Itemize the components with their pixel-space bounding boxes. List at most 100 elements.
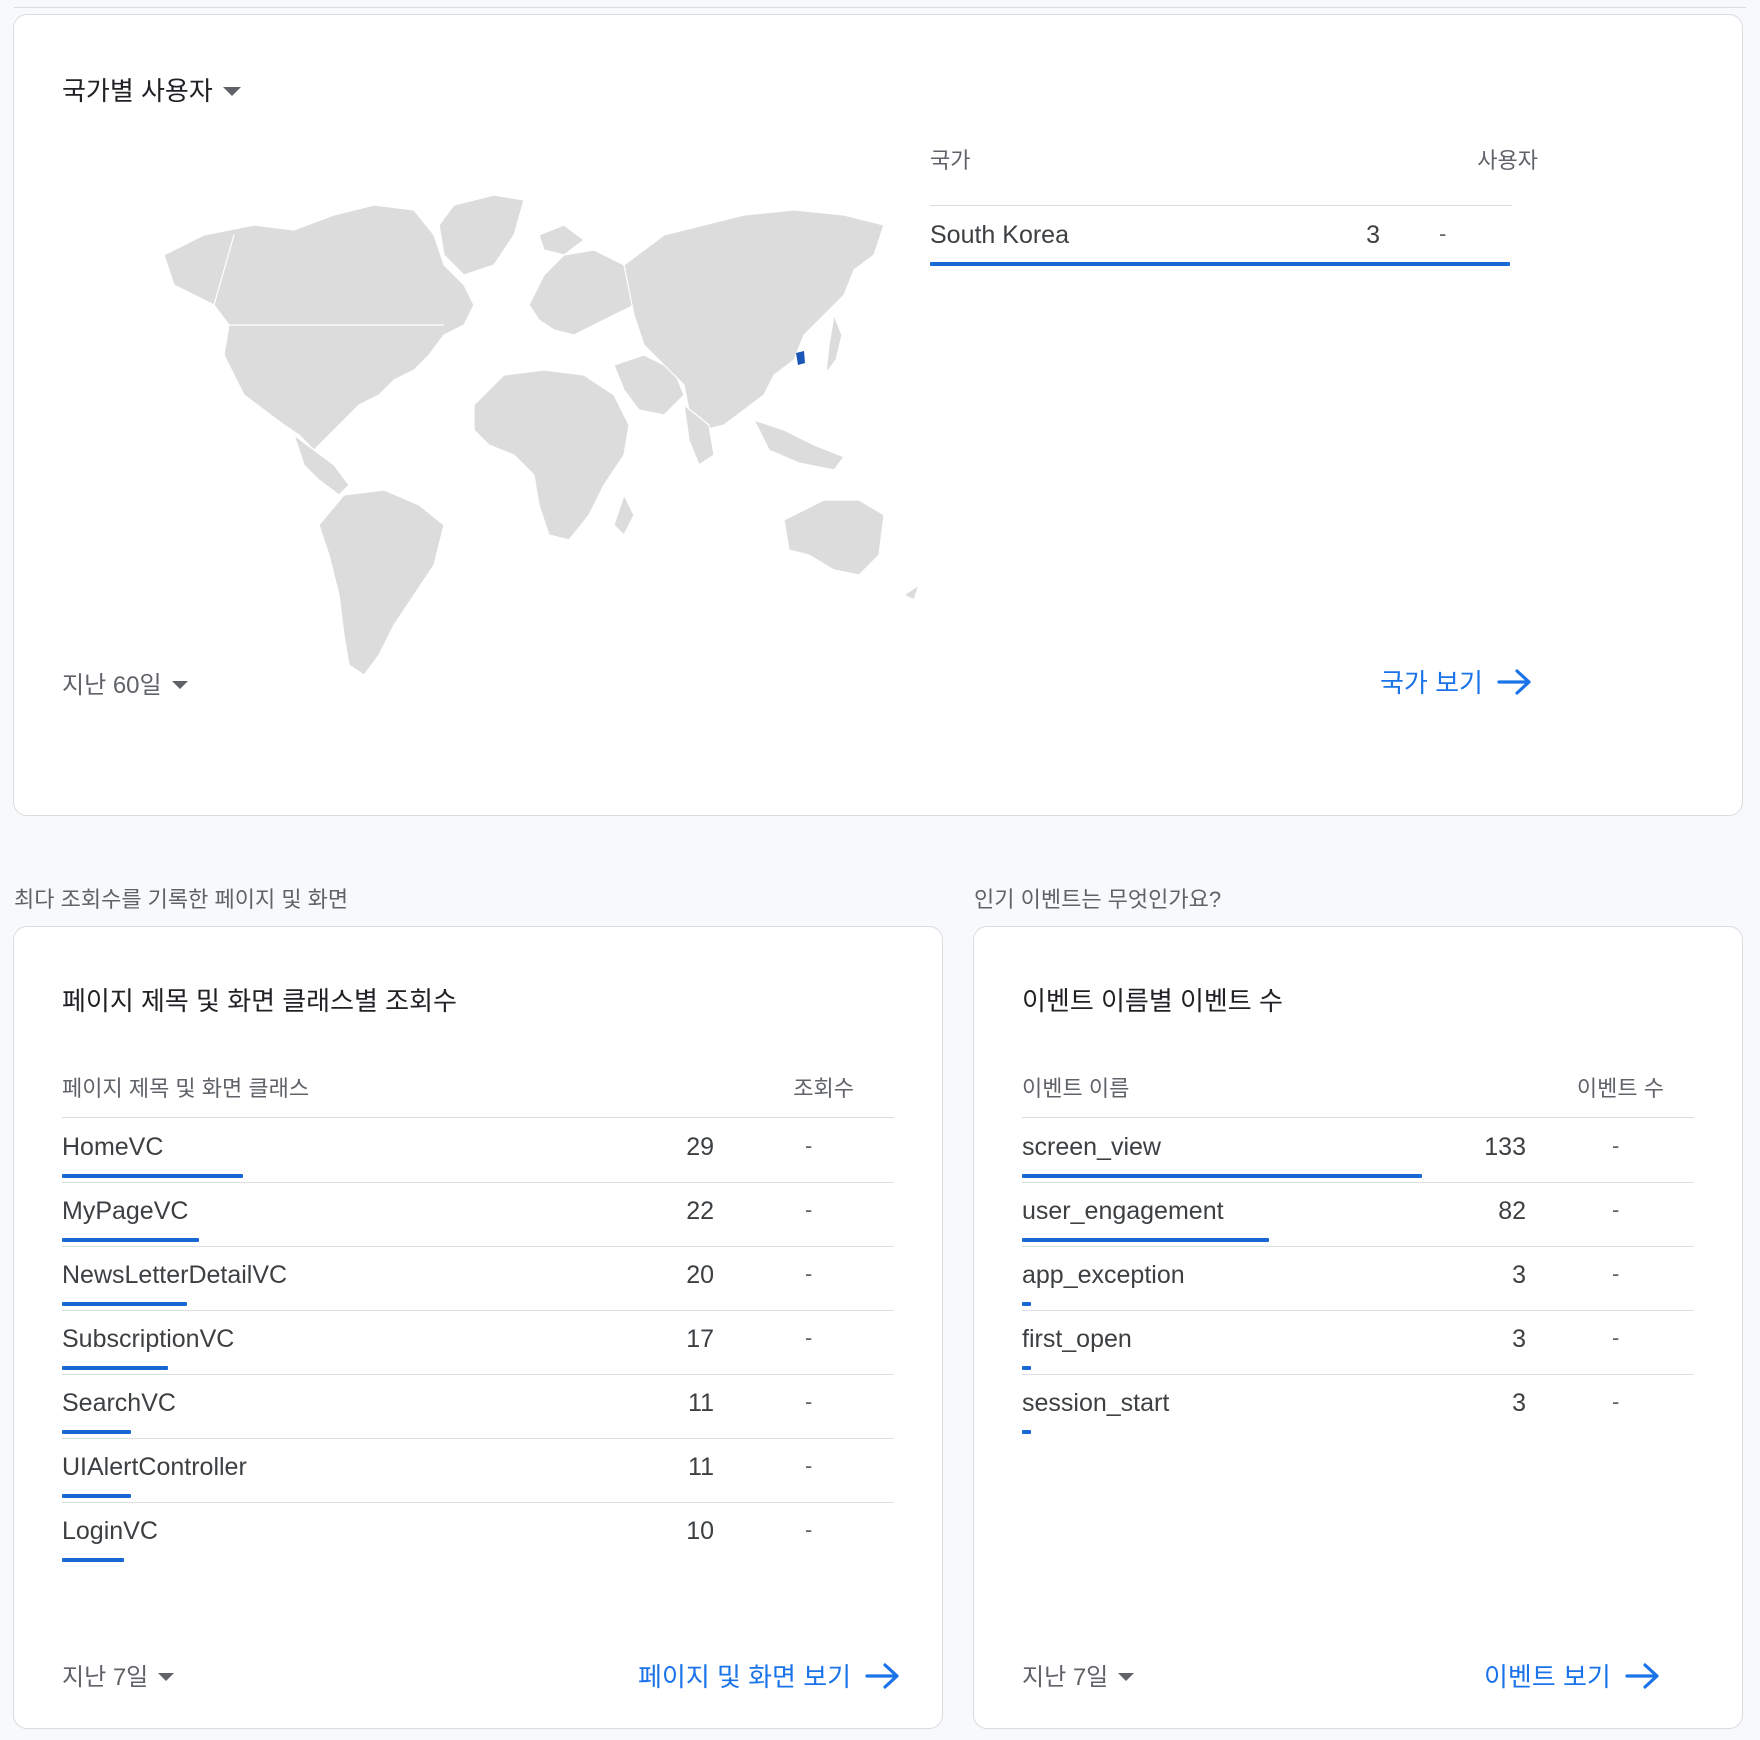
col-header-page-title: 페이지 제목 및 화면 클래스 [62, 1076, 310, 1101]
arrow-right-icon [865, 1662, 899, 1689]
event-name: app_exception [1022, 1261, 1185, 1289]
page-change: - [805, 1453, 813, 1478]
view-countries-label: 국가 보기 [1380, 668, 1483, 698]
page-name: NewsLetterDetailVC [62, 1261, 288, 1289]
view-pages-label: 페이지 및 화면 보기 [638, 1662, 852, 1692]
page-views-value: 17 [686, 1325, 714, 1353]
page-name: SubscriptionVC [62, 1325, 235, 1353]
table-row[interactable]: UIAlertController 11 - [62, 1439, 894, 1503]
page-change: - [805, 1389, 813, 1414]
event-value-bar [1022, 1366, 1031, 1370]
table-row[interactable]: first_open 3 - [1022, 1311, 1694, 1375]
page-change: - [805, 1133, 813, 1158]
event-name: first_open [1022, 1325, 1132, 1353]
caret-down-icon [158, 1672, 175, 1681]
event-change: - [1612, 1133, 1620, 1158]
event-count-value: 3 [1512, 1261, 1526, 1289]
page-value-bar [62, 1558, 124, 1562]
arrow-right-icon [1625, 1662, 1659, 1689]
table-row[interactable]: South Korea 3 - [930, 207, 1512, 271]
range-selector-60d[interactable]: 지난 60일 [62, 665, 188, 700]
header-divider [930, 205, 1512, 206]
page-views-value: 22 [686, 1197, 714, 1225]
table-row[interactable]: session_start 3 - [1022, 1375, 1694, 1439]
event-change: - [1612, 1389, 1620, 1414]
country-card-title: 국가별 사용자 [62, 76, 213, 106]
caret-down-icon [1118, 1672, 1135, 1681]
table-row[interactable]: NewsLetterDetailVC 20 - [62, 1247, 894, 1311]
col-header-event-count[interactable]: 이벤트 수 [1514, 1071, 1664, 1103]
page-value-bar [62, 1238, 199, 1242]
users-by-country-card: 국가별 사용자 국가 사용자 South Korea 3 - 지난 60일 국가… [13, 14, 1743, 816]
event-change: - [1612, 1325, 1620, 1350]
col-header-country: 국가 [930, 148, 971, 173]
page-change: - [805, 1261, 813, 1286]
table-row[interactable]: app_exception 3 - [1022, 1247, 1694, 1311]
south-korea-highlight[interactable] [796, 351, 805, 365]
page-views-value: 10 [686, 1517, 714, 1545]
event-value-bar [1022, 1430, 1031, 1434]
caret-down-icon [171, 680, 188, 689]
view-countries-link[interactable]: 국가 보기 [1380, 663, 1533, 700]
pages-card-title: 페이지 제목 및 화면 클래스별 조회수 [62, 986, 457, 1016]
country-users-value: 3 [1366, 221, 1380, 249]
page-change: - [805, 1197, 813, 1222]
range-selector-7d-pages[interactable]: 지난 7일 [62, 1657, 175, 1692]
page-change: - [805, 1325, 813, 1350]
event-change: - [1612, 1197, 1620, 1222]
country-change: - [1439, 221, 1447, 246]
country-name: South Korea [930, 221, 1069, 249]
header-divider [62, 1117, 894, 1118]
view-events-link[interactable]: 이벤트 보기 [1484, 1657, 1661, 1694]
table-row[interactable]: SubscriptionVC 17 - [62, 1311, 894, 1375]
event-count-value: 82 [1498, 1197, 1526, 1225]
view-events-label: 이벤트 보기 [1484, 1662, 1611, 1692]
world-map [163, 195, 921, 676]
event-change: - [1612, 1261, 1620, 1286]
events-section-label: 인기 이벤트는 무엇인가요? [974, 887, 1222, 912]
col-header-views[interactable]: 조회수 [704, 1071, 854, 1103]
table-row[interactable]: LoginVC 10 - [62, 1503, 894, 1567]
page-views-value: 29 [686, 1133, 714, 1161]
page-name: LoginVC [62, 1517, 158, 1545]
country-value-bar [930, 262, 1510, 266]
table-row[interactable]: SearchVC 11 - [62, 1375, 894, 1439]
page-views-value: 20 [686, 1261, 714, 1289]
table-row[interactable]: MyPageVC 22 - [62, 1183, 894, 1247]
events-card-title: 이벤트 이름별 이벤트 수 [1022, 986, 1283, 1016]
col-header-users[interactable]: 사용자 [1440, 143, 1538, 175]
col-header-event-name: 이벤트 이름 [1022, 1076, 1130, 1101]
page-change: - [805, 1517, 813, 1542]
event-count-value: 3 [1512, 1389, 1526, 1417]
table-row[interactable]: user_engagement 82 - [1022, 1183, 1694, 1247]
event-value-bar [1022, 1174, 1422, 1178]
range-label: 지난 7일 [62, 1664, 149, 1691]
range-selector-7d-events[interactable]: 지난 7일 [1022, 1657, 1135, 1692]
event-name: screen_view [1022, 1133, 1161, 1161]
event-name: session_start [1022, 1389, 1170, 1417]
arrow-right-icon [1497, 668, 1531, 695]
header-divider [1022, 1117, 1694, 1118]
page-views-value: 11 [688, 1389, 714, 1417]
world-map-land [163, 195, 921, 676]
page-name: MyPageVC [62, 1197, 189, 1225]
table-row[interactable]: HomeVC 29 - [62, 1119, 894, 1183]
views-by-page-card: 페이지 제목 및 화면 클래스별 조회수 페이지 제목 및 화면 클래스 조회수… [13, 926, 943, 1729]
page-value-bar [62, 1430, 131, 1434]
page-value-bar [62, 1302, 187, 1306]
view-pages-link[interactable]: 페이지 및 화면 보기 [638, 1657, 901, 1694]
table-row[interactable]: screen_view 133 - [1022, 1119, 1694, 1183]
pages-section-label: 최다 조회수를 기록한 페이지 및 화면 [14, 887, 349, 912]
page-value-bar [62, 1174, 243, 1178]
page-views-value: 11 [688, 1453, 714, 1481]
top-divider [14, 0, 1746, 8]
country-card-title-dropdown[interactable]: 국가별 사용자 [62, 71, 241, 108]
range-label: 지난 7일 [1022, 1664, 1109, 1691]
page-name: HomeVC [62, 1133, 164, 1161]
caret-down-icon [222, 86, 241, 96]
page-name: UIAlertController [62, 1453, 247, 1481]
event-name: user_engagement [1022, 1197, 1224, 1225]
event-count-value: 3 [1512, 1325, 1526, 1353]
event-count-value: 133 [1484, 1133, 1526, 1161]
range-label: 지난 60일 [62, 672, 162, 699]
